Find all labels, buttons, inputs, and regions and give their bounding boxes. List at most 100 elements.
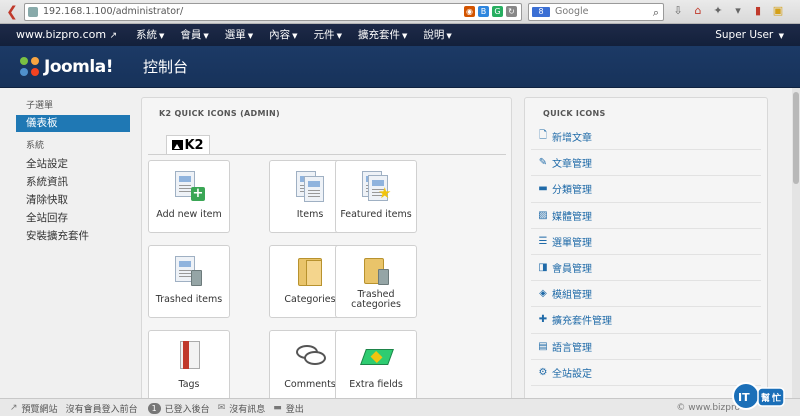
scrollbar-thumb[interactable] bbox=[793, 92, 799, 184]
user-menu[interactable]: Super User ▼ bbox=[715, 24, 784, 46]
quick-icon-label: 全站設定 bbox=[552, 368, 592, 380]
search-input[interactable]: 8 Google ⌕ bbox=[528, 3, 664, 21]
tile-label: Featured items bbox=[340, 209, 412, 220]
download-icon[interactable]: ⇩ bbox=[670, 3, 686, 19]
list-icon: ☰ bbox=[538, 235, 548, 247]
menu-label: 元件 bbox=[313, 29, 335, 41]
menu-extensions[interactable]: 擴充套件 ▼ bbox=[358, 24, 415, 46]
page-title: 控制台 bbox=[143, 58, 189, 76]
sidebar-item-clear-cache[interactable]: 清除快取 bbox=[16, 191, 130, 209]
quick-icon-article-manager[interactable]: ✎ 文章管理 bbox=[531, 150, 761, 177]
menu-menus[interactable]: 選單 ▼ bbox=[225, 24, 261, 46]
tile-extra-fields[interactable]: Extra fields bbox=[335, 330, 417, 403]
joomla-logo-icon bbox=[20, 57, 40, 77]
tile-featured-items[interactable]: ★ Featured items bbox=[335, 160, 417, 233]
joomla-logo[interactable]: Joomla! bbox=[20, 52, 113, 82]
frontend-users-text: 沒有會員登入前台 bbox=[65, 404, 138, 415]
search-icon[interactable]: ⌕ bbox=[653, 5, 659, 21]
logout-link[interactable]: 登出 bbox=[286, 402, 304, 415]
sidebar-item-install-extensions[interactable]: 安裝擴充套件 bbox=[16, 227, 130, 245]
messages-text[interactable]: 沒有訊息 bbox=[229, 402, 265, 415]
preview-site-link[interactable]: 預覽網站 bbox=[22, 402, 58, 415]
quick-icon-module-manager[interactable]: ◈ 模組管理 bbox=[531, 281, 761, 308]
quick-icon-label: 擴充套件管理 bbox=[552, 316, 612, 328]
quick-icon-label: 分類管理 bbox=[552, 185, 592, 197]
menu-label: 內容 bbox=[269, 29, 291, 41]
quick-icon-category-manager[interactable]: ▬ 分類管理 bbox=[531, 176, 761, 203]
divider bbox=[148, 154, 506, 155]
preview-icon: ↗ bbox=[10, 403, 18, 413]
submenu-heading: 子選單 bbox=[26, 101, 54, 111]
quick-icon-new-article[interactable]: 🗋 新增文章 bbox=[531, 124, 761, 151]
user-name: Super User bbox=[715, 29, 774, 41]
address-bar-icons: ◉ B G ↻ bbox=[464, 6, 517, 17]
caret-down-icon: ▼ bbox=[247, 32, 254, 40]
quick-icon-label: 會員管理 bbox=[552, 264, 592, 276]
image-icon: ▨ bbox=[538, 209, 548, 221]
address-bar[interactable]: 192.168.1.100/administrator/ ◉ B G ↻ bbox=[24, 3, 522, 21]
backend-users-badge: 1 bbox=[147, 402, 161, 414]
quick-icon-language-manager[interactable]: ▤ 語言管理 bbox=[531, 334, 761, 360]
tile-trashed-categories[interactable]: Trashed categories bbox=[335, 245, 417, 318]
addon-icon[interactable]: ▮ bbox=[750, 3, 766, 19]
quick-icon-menu-manager[interactable]: ☰ 選單管理 bbox=[531, 229, 761, 255]
menu-system[interactable]: 系統 ▼ bbox=[136, 24, 172, 46]
reload-icon[interactable]: ↻ bbox=[506, 6, 517, 17]
rss-icon[interactable]: ◉ bbox=[464, 6, 475, 17]
add-document-icon: + bbox=[173, 169, 207, 203]
page-header: Joomla! 控制台 bbox=[0, 46, 800, 88]
external-link-icon: ↗ bbox=[109, 31, 118, 41]
main-menu: 系統 ▼ 會員 ▼ 選單 ▼ 內容 ▼ 元件 ▼ 擴充套件 ▼ 說明 ▼ bbox=[136, 24, 468, 46]
documents-icon bbox=[294, 169, 328, 203]
addon-icon[interactable]: ✦ bbox=[710, 3, 726, 19]
caret-down-icon: ▼ bbox=[446, 32, 452, 40]
k2-logo-icon bbox=[172, 140, 184, 150]
users-icon: ◨ bbox=[538, 262, 548, 274]
search-engine-icon[interactable]: 8 bbox=[532, 7, 550, 17]
back-arrow-icon[interactable]: ❮ bbox=[3, 3, 21, 21]
quick-icons-list: 🗋 新增文章 ✎ 文章管理 ▬ 分類管理 ▨ 媒體管理 ☰ 選單管理 ◨ 會員管理 ◈ 模組管… bbox=[531, 124, 761, 386]
quick-icons-panel: QUICK ICONS 🗋 新增文章 ✎ 文章管理 ▬ 分類管理 ▨ 媒體管理 ☰ 選單管… bbox=[524, 97, 768, 416]
menu-label: 選單 bbox=[224, 29, 246, 41]
tile-label: Tags bbox=[178, 379, 200, 390]
sidebar-item-global-config[interactable]: 全站設定 bbox=[16, 155, 130, 173]
bookmark-icon[interactable]: ▾ bbox=[730, 3, 746, 19]
quick-icon-extension-manager[interactable]: ✚ 擴充套件管理 bbox=[531, 307, 761, 334]
sidebar-item-global-checkin[interactable]: 全站回存 bbox=[16, 209, 130, 227]
svg-text:忙: 忙 bbox=[772, 392, 781, 404]
status-left: ↗ 預覽網站 沒有會員登入前台 1 已登入後台 ✉ 沒有訊息 ▬ 登出 bbox=[10, 399, 304, 416]
vertical-scrollbar[interactable] bbox=[792, 88, 800, 398]
backend-users-text: 已登入後台 bbox=[164, 404, 210, 415]
comments-icon: ▤ bbox=[538, 340, 548, 352]
menu-content[interactable]: 內容 ▼ bbox=[269, 24, 305, 46]
quick-icon-global-config[interactable]: ⚙ 全站設定 bbox=[531, 360, 761, 386]
quick-icon-user-manager[interactable]: ◨ 會員管理 bbox=[531, 255, 761, 282]
quick-icon-label: 選單管理 bbox=[552, 237, 592, 249]
gear-icon: ⚙ bbox=[538, 366, 548, 378]
featured-star-icon: ★ bbox=[360, 169, 394, 203]
menu-label: 系統 bbox=[136, 29, 157, 41]
comments-icon bbox=[294, 339, 328, 373]
extension-icon[interactable]: G bbox=[492, 6, 503, 17]
sidebar-item-dashboard[interactable]: 儀表板 bbox=[16, 115, 130, 132]
brand-text: www.bizpro.com bbox=[16, 28, 107, 41]
tile-trashed-items[interactable]: Trashed items bbox=[148, 245, 230, 318]
quick-icon-label: 語言管理 bbox=[552, 342, 592, 354]
sidebar-item-system-info[interactable]: 系統資訊 bbox=[16, 173, 130, 191]
tile-add-new-item[interactable]: + Add new item bbox=[148, 160, 230, 233]
menu-components[interactable]: 元件 ▼ bbox=[314, 24, 350, 46]
addon-icon[interactable]: ▣ bbox=[770, 3, 786, 19]
menu-users[interactable]: 會員 ▼ bbox=[180, 24, 216, 46]
trash-folder-icon bbox=[360, 254, 394, 288]
site-brand-link[interactable]: www.bizpro.com ↗ bbox=[16, 24, 117, 46]
menu-label: 擴充套件 bbox=[357, 29, 400, 41]
tile-tags[interactable]: Tags bbox=[148, 330, 230, 403]
extension-icon[interactable]: B bbox=[478, 6, 489, 17]
quick-icon-label: 新增文章 bbox=[552, 133, 592, 145]
browser-toolbar: ❮ 192.168.1.100/administrator/ ◉ B G ↻ 8… bbox=[0, 0, 800, 24]
k2-tab[interactable]: K2 bbox=[166, 135, 210, 154]
menu-help[interactable]: 說明 ▼ bbox=[423, 24, 459, 46]
caret-down-icon: ▼ bbox=[159, 32, 165, 40]
quick-icon-media-manager[interactable]: ▨ 媒體管理 bbox=[531, 203, 761, 229]
home-icon[interactable]: ⌂ bbox=[690, 3, 706, 19]
